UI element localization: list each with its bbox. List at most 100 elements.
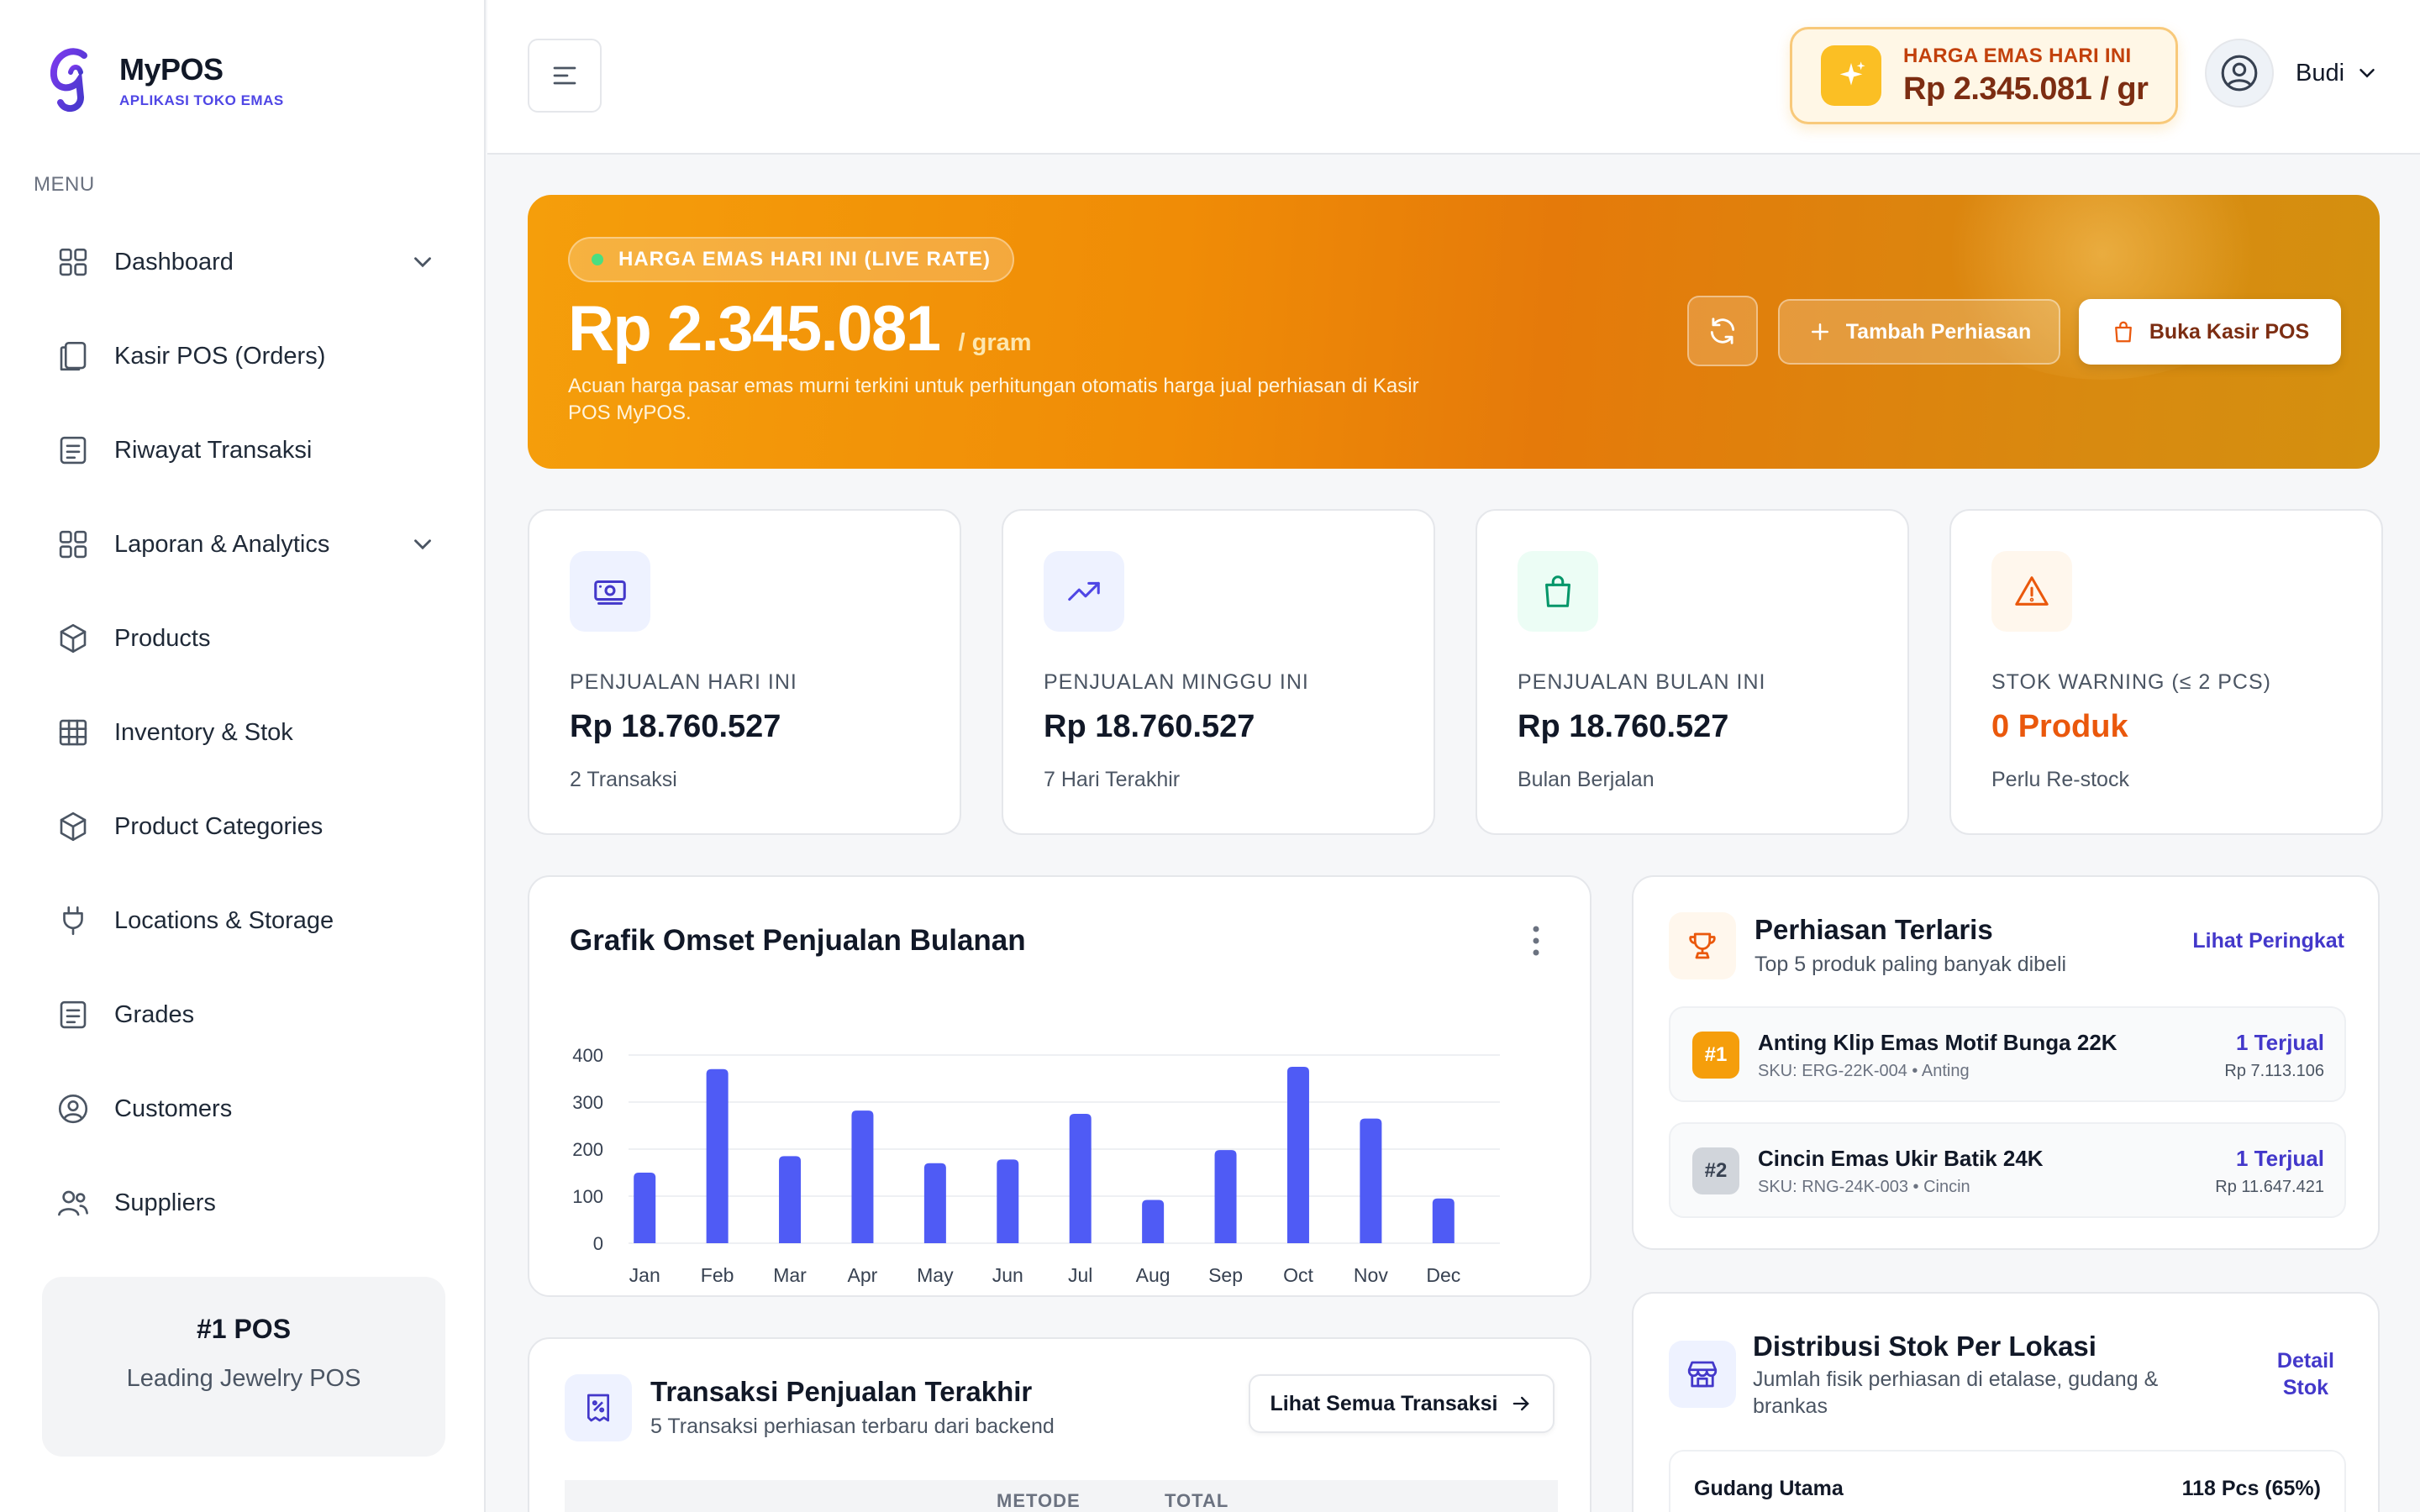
store-icon xyxy=(1669,1341,1736,1408)
x-tick-label: Nov xyxy=(1354,1264,1388,1286)
hero-description: Acuan harga pasar emas murni terkini unt… xyxy=(568,375,1419,424)
open-pos-button[interactable]: Buka Kasir POS xyxy=(2079,299,2341,365)
chevron-down-icon[interactable] xyxy=(408,248,437,276)
sidebar-item-locations-storage[interactable]: Locations & Storage xyxy=(34,874,454,968)
y-tick-label: 200 xyxy=(572,1139,603,1160)
promo-card: #1 POS Leading Jewelry POS xyxy=(42,1277,445,1457)
units-sold: 1 Terjual xyxy=(2235,1030,2324,1055)
user-circle-icon xyxy=(55,1091,91,1126)
stat-card: PENJUALAN MINGGU INI Rp 18.760.527 7 Hari … xyxy=(1002,509,1435,835)
table-icon xyxy=(55,715,91,750)
brand-tagline: APLIKASI TOKO EMAS xyxy=(119,92,284,108)
gold-rate-banner: HARGA EMAS HARI INI (LIVE RATE) Rp 2.345… xyxy=(528,195,2380,469)
stat-card: STOK WARNING (≤ 2 PCS) 0 Produk Perlu Re-s… xyxy=(1949,509,2383,835)
grid-icon xyxy=(55,527,91,562)
sidebar-item-products[interactable]: Products xyxy=(34,591,454,685)
plug-icon xyxy=(55,903,91,938)
hero-price-value: Rp 2.345.081 xyxy=(568,293,941,365)
x-tick-label: Oct xyxy=(1283,1264,1313,1286)
hero-price: Rp 2.345.081 / gram xyxy=(568,292,1032,365)
more-options-icon[interactable] xyxy=(1529,924,1543,958)
live-indicator-dot xyxy=(592,254,603,265)
sidebar-item-inventory-stok[interactable]: Inventory & Stok xyxy=(34,685,454,780)
transactions-subtitle: 5 Transaksi perhiasan terbaru dari backe… xyxy=(650,1415,1055,1438)
top-seller-row[interactable]: #1 Anting Klip Emas Motif Bunga 22K SKU: E… xyxy=(1669,1006,2346,1102)
open-pos-label: Buka Kasir POS xyxy=(2149,319,2310,344)
sidebar: MyPOS APLIKASI TOKO EMAS MENU Dashboard K… xyxy=(0,0,486,1512)
sidebar-item-product-categories[interactable]: Product Categories xyxy=(34,780,454,874)
sidebar-item-label: Locations & Storage xyxy=(114,906,334,934)
stat-card: PENJUALAN BULAN INI Rp 18.760.527 Bulan Be… xyxy=(1476,509,1909,835)
stock-distribution-title: Distribusi Stok Per Lokasi xyxy=(1753,1331,2096,1362)
promo-subtitle: Leading Jewelry POS xyxy=(126,1365,361,1392)
user-name: Budi xyxy=(2296,59,2345,87)
bar xyxy=(706,1068,729,1243)
x-tick-label: May xyxy=(917,1264,954,1286)
stat-label: PENJUALAN BULAN INI xyxy=(1518,670,1766,694)
x-tick-label: Dec xyxy=(1426,1264,1460,1286)
top-sellers-subtitle: Top 5 produk paling banyak dibeli xyxy=(1754,953,2067,976)
receipt-icon xyxy=(565,1374,632,1441)
stock-detail-link[interactable]: Detail Stok xyxy=(2277,1347,2334,1401)
x-tick-label: Jul xyxy=(1068,1264,1092,1286)
stock-detail-link-line-1: Detail xyxy=(2276,1349,2334,1373)
stock-distribution-subtitle-1: Jumlah fisik perhiasan di etalase, gudan… xyxy=(1753,1368,2159,1391)
trophy-icon xyxy=(1669,912,1736,979)
refresh-button[interactable] xyxy=(1687,296,1758,366)
bar xyxy=(1286,1067,1309,1243)
transactions-table-header: METODE TOTAL xyxy=(565,1480,1558,1512)
product-price: Rp 7.113.106 xyxy=(2224,1062,2324,1080)
units-sold: 1 Terjual xyxy=(2235,1146,2324,1171)
sidebar-item-grades[interactable]: Grades xyxy=(34,968,454,1062)
y-tick-label: 0 xyxy=(593,1233,603,1254)
rank-badge: #2 xyxy=(1692,1147,1739,1194)
user-menu[interactable]: Budi xyxy=(2205,39,2380,108)
stock-location-row[interactable]: Gudang Utama 118 Pcs (65%) xyxy=(1669,1450,2346,1512)
refresh-icon xyxy=(1710,318,1735,344)
chevron-down-icon xyxy=(2360,69,2375,78)
menu-toggle-button[interactable] xyxy=(528,39,602,113)
menu-title: MENU xyxy=(34,173,95,196)
sidebar-item-suppliers[interactable]: Suppliers xyxy=(34,1156,454,1250)
x-tick-label: Mar xyxy=(773,1264,807,1286)
bar xyxy=(1069,1114,1092,1243)
view-ranking-link[interactable]: Lihat Peringkat xyxy=(2192,929,2344,953)
stat-card: PENJUALAN HARI INI Rp 18.760.527 2 Transak… xyxy=(528,509,961,835)
hero-price-unit: / gram xyxy=(958,329,1032,356)
sidebar-item-label: Products xyxy=(114,624,211,652)
user-circle-icon xyxy=(2221,55,2258,92)
add-jewelry-button[interactable]: Tambah Perhiasan xyxy=(1778,299,2060,365)
users-icon xyxy=(55,1185,91,1221)
product-price: Rp 11.647.421 xyxy=(2215,1178,2324,1196)
bar xyxy=(1142,1200,1165,1243)
x-tick-label: Sep xyxy=(1208,1264,1243,1286)
gold-price-pill: HARGA EMAS HARI INI Rp 2.345.081 / gr xyxy=(1790,27,2178,124)
sidebar-item-riwayat-transaksi[interactable]: Riwayat Transaksi xyxy=(34,403,454,497)
list-icon xyxy=(55,997,91,1032)
product-sku: SKU: ERG-22K-004 • Anting xyxy=(1758,1062,1970,1080)
brand[interactable]: MyPOS APLIKASI TOKO EMAS xyxy=(47,47,284,114)
menu-icon xyxy=(553,66,576,85)
y-tick-label: 100 xyxy=(572,1186,603,1207)
x-tick-label: Aug xyxy=(1136,1264,1171,1286)
sidebar-item-label: Kasir POS (Orders) xyxy=(114,342,326,370)
product-sku: SKU: RNG-24K-003 • Cincin xyxy=(1758,1178,1970,1196)
sidebar-item-dashboard[interactable]: Dashboard xyxy=(34,215,454,309)
stat-value: Rp 18.760.527 xyxy=(1518,709,1729,744)
sidebar-nav: Dashboard Kasir POS (Orders) Riwayat Trans… xyxy=(34,215,454,1250)
top-seller-row[interactable]: #2 Cincin Emas Ukir Batik 24K SKU: RNG-24K… xyxy=(1669,1122,2346,1218)
sidebar-item-customers[interactable]: Customers xyxy=(34,1062,454,1156)
chevron-down-icon[interactable] xyxy=(408,530,437,559)
stat-subtext: 2 Transaksi xyxy=(570,768,677,791)
sidebar-item-kasir-pos-orders[interactable]: Kasir POS (Orders) xyxy=(34,309,454,403)
sidebar-item-laporan-analytics[interactable]: Laporan & Analytics xyxy=(34,497,454,591)
stat-label: PENJUALAN HARI INI xyxy=(570,670,797,694)
sidebar-item-label: Product Categories xyxy=(114,812,324,840)
sidebar-item-label: Dashboard xyxy=(114,248,234,276)
bar xyxy=(634,1173,656,1243)
stat-subtext: Perlu Re-stock xyxy=(1991,768,2129,791)
sidebar-item-label: Grades xyxy=(114,1000,195,1028)
view-all-transactions-button[interactable]: Lihat Semua Transaksi xyxy=(1249,1374,1555,1433)
bar xyxy=(1360,1118,1382,1243)
bar xyxy=(923,1163,946,1243)
